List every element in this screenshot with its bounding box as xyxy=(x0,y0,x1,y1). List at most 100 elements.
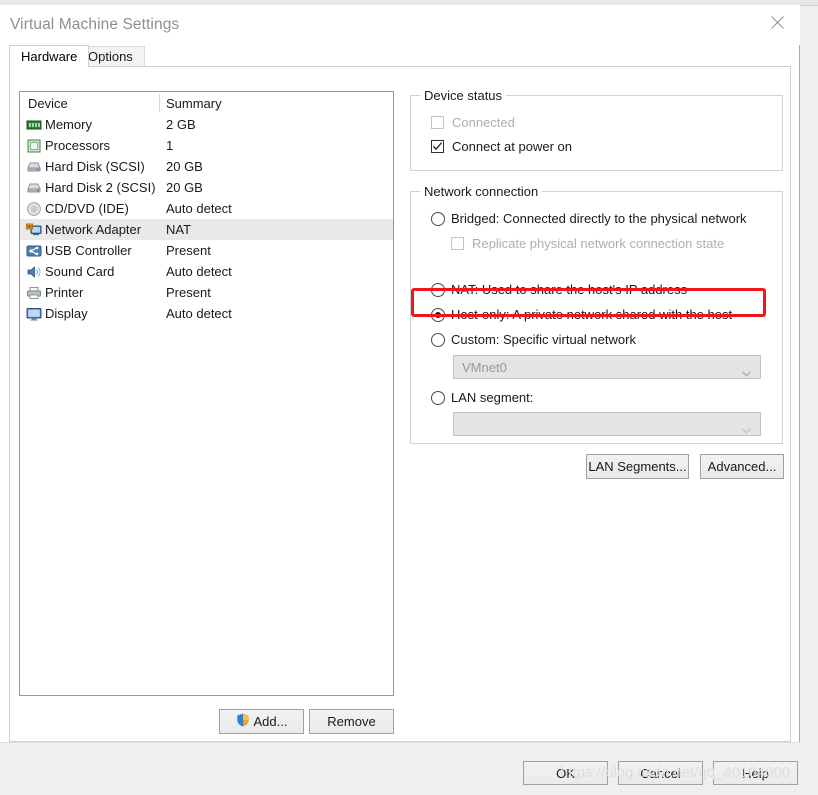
hard-disk-icon xyxy=(26,159,42,175)
device-summary: 20 GB xyxy=(166,159,203,174)
device-status-legend: Device status xyxy=(420,88,506,103)
hard-disk-icon xyxy=(26,180,42,196)
checkbox-checked-icon xyxy=(431,140,444,153)
replicate-network-state-label: Replicate physical network connection st… xyxy=(472,236,724,251)
processor-icon xyxy=(26,138,42,154)
radio-lan-segment[interactable]: LAN segment: xyxy=(431,390,533,405)
add-button[interactable]: Add... xyxy=(219,709,304,734)
help-button[interactable]: Help xyxy=(713,761,798,785)
advanced-button-label: Advanced... xyxy=(708,459,777,474)
ok-button-label: OK xyxy=(556,766,575,781)
radio-unselected-icon xyxy=(431,333,445,347)
checkbox-unchecked-icon xyxy=(431,116,444,129)
device-name: Printer xyxy=(45,285,83,300)
remove-button[interactable]: Remove xyxy=(309,709,394,734)
radio-nat-label: NAT: Used to share the host's IP address xyxy=(451,282,687,297)
custom-network-value: VMnet0 xyxy=(462,360,507,375)
dialog-footer: OK Cancel Help xyxy=(0,742,800,795)
radio-bridged-label: Bridged: Connected directly to the physi… xyxy=(451,211,747,226)
lan-segments-button[interactable]: LAN Segments... xyxy=(586,454,689,479)
display-icon xyxy=(26,306,42,322)
custom-network-dropdown[interactable]: VMnet0 xyxy=(453,355,761,379)
memory-icon xyxy=(26,117,42,133)
radio-unselected-icon xyxy=(431,283,445,297)
lan-segments-button-label: LAN Segments... xyxy=(588,459,686,474)
radio-selected-icon xyxy=(431,308,445,322)
device-summary: Auto detect xyxy=(166,264,232,279)
radio-unselected-icon xyxy=(431,391,445,405)
column-header-summary: Summary xyxy=(166,96,222,111)
sound-card-icon xyxy=(26,264,42,280)
device-summary: NAT xyxy=(166,222,191,237)
table-row[interactable]: Hard Disk (SCSI) 20 GB xyxy=(20,156,393,177)
device-name: CD/DVD (IDE) xyxy=(45,201,129,216)
device-name: Hard Disk (SCSI) xyxy=(45,159,145,174)
column-divider xyxy=(159,94,160,112)
connect-at-power-on-checkbox[interactable]: Connect at power on xyxy=(431,139,572,154)
tab-options-label: Options xyxy=(88,49,133,64)
chevron-down-icon xyxy=(742,365,751,380)
device-summary: Auto detect xyxy=(166,201,232,216)
device-summary: 20 GB xyxy=(166,180,203,195)
checkbox-unchecked-icon xyxy=(451,237,464,250)
device-name: Processors xyxy=(45,138,110,153)
network-adapter-icon xyxy=(26,222,42,238)
radio-lan-segment-label: LAN segment: xyxy=(451,390,533,405)
radio-custom-label: Custom: Specific virtual network xyxy=(451,332,636,347)
connected-checkbox[interactable]: Connected xyxy=(431,115,515,130)
radio-unselected-icon xyxy=(431,212,445,226)
close-icon[interactable] xyxy=(754,5,800,39)
virtual-machine-settings-dialog: Virtual Machine Settings Hardware Option… xyxy=(0,5,800,794)
table-row[interactable]: CD/DVD (IDE) Auto detect xyxy=(20,198,393,219)
advanced-button[interactable]: Advanced... xyxy=(700,454,784,479)
table-row[interactable]: USB Controller Present xyxy=(20,240,393,261)
device-name: Display xyxy=(45,306,88,321)
title-bar: Virtual Machine Settings xyxy=(0,5,800,45)
radio-host-only[interactable]: Host-only: A private network shared with… xyxy=(431,307,732,322)
hardware-tab-panel: Device Summary Memory 2 GB xyxy=(9,66,791,742)
radio-nat[interactable]: NAT: Used to share the host's IP address xyxy=(431,282,687,297)
network-connection-legend: Network connection xyxy=(420,184,542,199)
cd-dvd-icon xyxy=(26,201,42,217)
replicate-network-state-checkbox[interactable]: Replicate physical network connection st… xyxy=(451,236,724,251)
column-header-device: Device xyxy=(28,96,68,111)
tab-hardware-label: Hardware xyxy=(21,49,77,64)
radio-bridged[interactable]: Bridged: Connected directly to the physi… xyxy=(431,211,747,226)
table-row[interactable]: Display Auto detect xyxy=(20,303,393,324)
table-row[interactable]: Sound Card Auto detect xyxy=(20,261,393,282)
shield-icon xyxy=(236,713,250,730)
connect-at-power-on-label: Connect at power on xyxy=(452,139,572,154)
device-summary: Auto detect xyxy=(166,306,232,321)
tab-hardware[interactable]: Hardware xyxy=(9,45,89,67)
remove-button-label: Remove xyxy=(327,714,375,729)
cancel-button-label: Cancel xyxy=(640,766,680,781)
device-name: Sound Card xyxy=(45,264,114,279)
printer-icon xyxy=(26,285,42,301)
radio-custom[interactable]: Custom: Specific virtual network xyxy=(431,332,636,347)
ok-button[interactable]: OK xyxy=(523,761,608,785)
device-name: Hard Disk 2 (SCSI) xyxy=(45,180,156,195)
device-summary: Present xyxy=(166,285,211,300)
lan-segment-dropdown[interactable] xyxy=(453,412,761,436)
device-list[interactable]: Device Summary Memory 2 GB xyxy=(19,91,394,696)
table-row[interactable]: Network Adapter NAT xyxy=(20,219,393,240)
table-row[interactable]: Processors 1 xyxy=(20,135,393,156)
network-connection-group: Network connection Bridged: Connected di… xyxy=(410,191,783,444)
cancel-button[interactable]: Cancel xyxy=(618,761,703,785)
device-name: USB Controller xyxy=(45,243,132,258)
device-summary: Present xyxy=(166,243,211,258)
page-title: Virtual Machine Settings xyxy=(10,16,179,34)
device-name: Memory xyxy=(45,117,92,132)
device-summary: 2 GB xyxy=(166,117,196,132)
chevron-down-icon xyxy=(742,422,751,437)
connected-label: Connected xyxy=(452,115,515,130)
usb-controller-icon xyxy=(26,243,42,259)
device-name: Network Adapter xyxy=(45,222,141,237)
device-list-header: Device Summary xyxy=(20,92,393,114)
device-status-group: Device status Connected Connect at power… xyxy=(410,95,783,171)
radio-host-only-label: Host-only: A private network shared with… xyxy=(451,307,732,322)
help-button-label: Help xyxy=(742,766,769,781)
table-row[interactable]: Hard Disk 2 (SCSI) 20 GB xyxy=(20,177,393,198)
table-row[interactable]: Printer Present xyxy=(20,282,393,303)
table-row[interactable]: Memory 2 GB xyxy=(20,114,393,135)
